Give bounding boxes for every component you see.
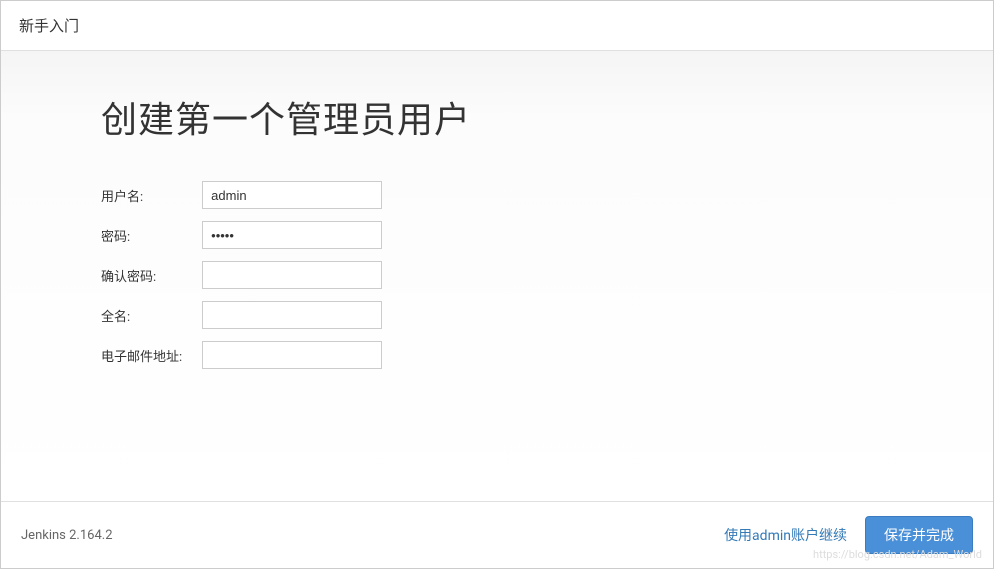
username-input[interactable] bbox=[202, 181, 382, 209]
page-title: 创建第一个管理员用户 bbox=[101, 91, 893, 143]
header: 新手入门 bbox=[1, 1, 993, 51]
footer: Jenkins 2.164.2 使用admin账户继续 保存并完成 bbox=[1, 501, 993, 568]
version-label: Jenkins 2.164.2 bbox=[21, 528, 113, 543]
setup-wizard-window: 新手入门 创建第一个管理员用户 用户名: 密码: 确认密码: bbox=[0, 0, 994, 569]
email-label: 电子邮件地址: bbox=[101, 335, 202, 375]
email-row: 电子邮件地址: bbox=[101, 335, 382, 375]
save-and-finish-button[interactable]: 保存并完成 bbox=[865, 516, 973, 554]
admin-user-form: 用户名: 密码: 确认密码: 全名: bbox=[101, 175, 382, 375]
header-title: 新手入门 bbox=[19, 15, 975, 36]
continue-as-admin-link[interactable]: 使用admin账户继续 bbox=[724, 525, 847, 545]
fullname-input[interactable] bbox=[202, 301, 382, 329]
confirm-password-input[interactable] bbox=[202, 261, 382, 289]
password-label: 密码: bbox=[101, 215, 202, 255]
confirm-password-row: 确认密码: bbox=[101, 255, 382, 295]
username-label: 用户名: bbox=[101, 175, 202, 215]
username-row: 用户名: bbox=[101, 175, 382, 215]
fullname-row: 全名: bbox=[101, 295, 382, 335]
password-row: 密码: bbox=[101, 215, 382, 255]
content-area: 创建第一个管理员用户 用户名: 密码: 确认密码: bbox=[1, 51, 993, 501]
confirm-password-label: 确认密码: bbox=[101, 255, 202, 295]
footer-actions: 使用admin账户继续 保存并完成 bbox=[724, 516, 973, 554]
password-input[interactable] bbox=[202, 221, 382, 249]
fullname-label: 全名: bbox=[101, 295, 202, 335]
email-input[interactable] bbox=[202, 341, 382, 369]
